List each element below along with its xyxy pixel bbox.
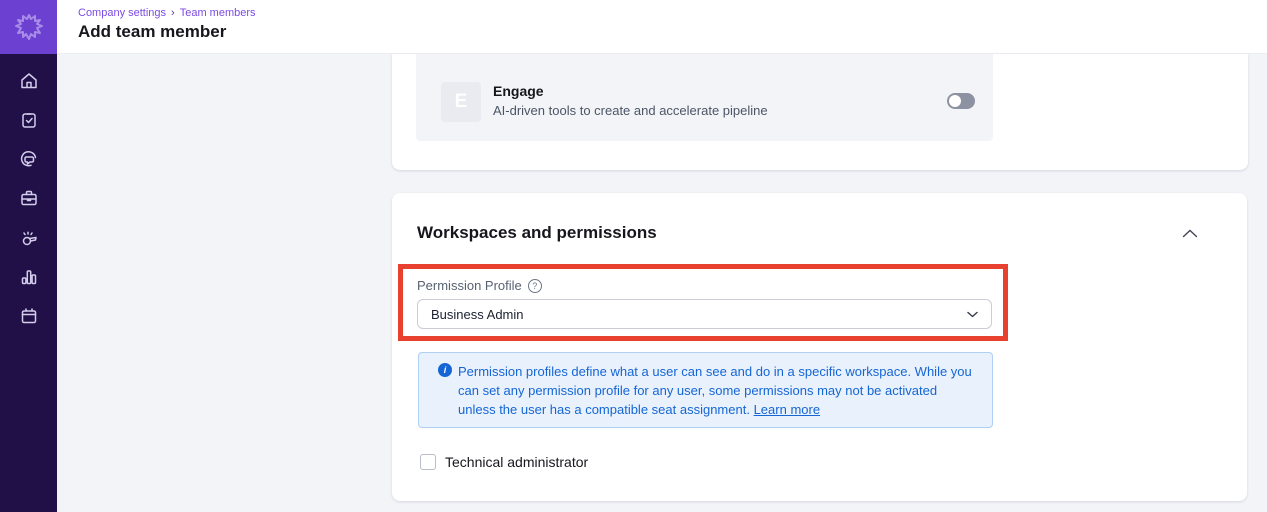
breadcrumb: Company settings › Team members: [78, 7, 256, 19]
analytics-bars-icon[interactable]: [18, 266, 39, 287]
learn-more-link[interactable]: Learn more: [754, 402, 820, 417]
chevron-down-icon: [967, 311, 978, 318]
section-title: Workspaces and permissions: [417, 223, 657, 243]
toggle-knob: [949, 95, 961, 107]
home-icon[interactable]: [18, 70, 39, 91]
product-card: E Engage AI-driven tools to create and a…: [392, 54, 1248, 170]
technical-administrator-checkbox[interactable]: [420, 454, 436, 470]
breadcrumb-team-members[interactable]: Team members: [180, 7, 256, 19]
app-logo[interactable]: [0, 0, 57, 54]
engage-product-description: AI-driven tools to create and accelerate…: [493, 103, 768, 118]
tasks-clipboard-icon[interactable]: [18, 109, 39, 130]
engage-toggle[interactable]: [947, 93, 975, 109]
breadcrumb-company-settings[interactable]: Company settings: [78, 7, 166, 19]
help-icon[interactable]: ?: [528, 279, 542, 293]
engage-product-name: Engage: [493, 83, 544, 99]
zoominfo-burst-icon: [14, 12, 44, 42]
info-note-text: Permission profiles define what a user c…: [458, 362, 976, 419]
permission-profile-label: Permission Profile ?: [417, 278, 542, 293]
technical-administrator-row[interactable]: Technical administrator: [420, 454, 588, 470]
page-title: Add team member: [78, 22, 226, 42]
sidebar: [0, 0, 57, 512]
technical-administrator-label: Technical administrator: [445, 454, 588, 470]
briefcase-icon[interactable]: [18, 187, 39, 208]
coach-whistle-icon[interactable]: [18, 227, 39, 248]
chevron-up-icon[interactable]: [1181, 226, 1199, 240]
conversations-icon[interactable]: [18, 148, 39, 169]
info-icon: i: [438, 363, 452, 377]
permission-profile-select[interactable]: Business Admin: [417, 299, 992, 329]
engage-avatar: E: [441, 82, 481, 122]
app-window: Company settings › Team members Add team…: [0, 0, 1267, 512]
workspaces-permissions-card: Workspaces and permissions Permission Pr…: [392, 193, 1247, 501]
permission-info-note: i Permission profiles define what a user…: [418, 352, 993, 428]
engage-product-row: E Engage AI-driven tools to create and a…: [416, 54, 993, 141]
breadcrumb-separator-icon: ›: [171, 7, 175, 19]
permission-profile-value: Business Admin: [431, 307, 967, 322]
page-header: Company settings › Team members Add team…: [57, 0, 1267, 54]
calendar-icon[interactable]: [18, 305, 39, 326]
